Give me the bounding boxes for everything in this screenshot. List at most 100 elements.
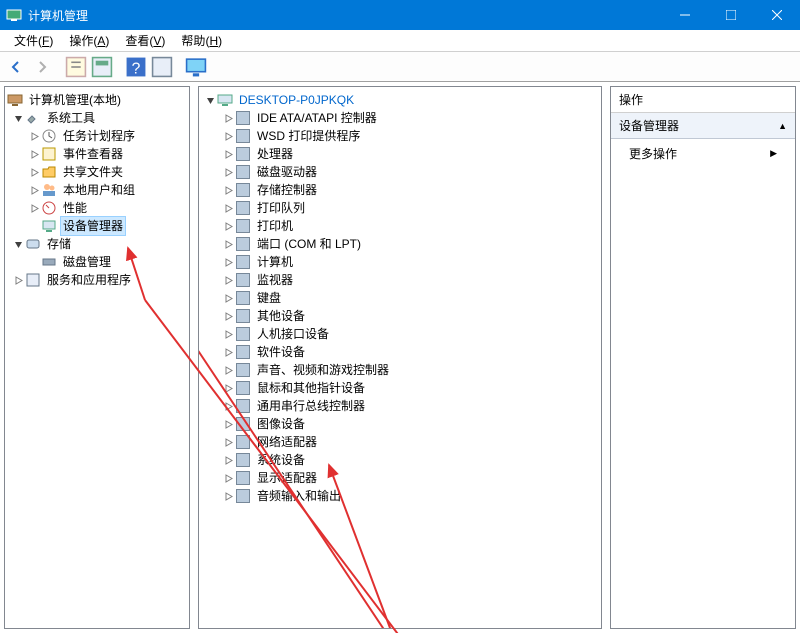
chevron-right-icon[interactable]	[221, 474, 235, 483]
forward-button[interactable]	[30, 55, 54, 79]
tree-storage[interactable]: 存储	[7, 235, 187, 253]
device-category[interactable]: 音频输入和输出	[201, 487, 599, 505]
chevron-right-icon[interactable]	[221, 114, 235, 123]
refresh-button[interactable]	[150, 55, 174, 79]
device-category[interactable]: 打印机	[201, 217, 599, 235]
chevron-right-icon[interactable]	[221, 258, 235, 267]
device-category-icon	[235, 146, 251, 162]
tree-device-manager[interactable]: 设备管理器	[7, 217, 187, 235]
actions-more[interactable]: 更多操作 ▶	[611, 139, 795, 168]
chevron-right-icon[interactable]	[27, 132, 41, 141]
disk-icon	[41, 254, 57, 270]
menu-file[interactable]: 文件(F)	[6, 30, 61, 51]
device-category[interactable]: 端口 (COM 和 LPT)	[201, 235, 599, 253]
menu-help[interactable]: 帮助(H)	[173, 30, 230, 51]
users-icon	[41, 182, 57, 198]
show-hide-tree-button[interactable]	[64, 55, 88, 79]
chevron-right-icon[interactable]	[27, 186, 41, 195]
tree-root[interactable]: 计算机管理(本地)	[7, 91, 187, 109]
main-area: 计算机管理(本地) 系统工具 任务计划程序 事件查看器 共享文件夹 本地用户和组…	[0, 82, 800, 633]
device-category[interactable]: 处理器	[201, 145, 599, 163]
chevron-right-icon[interactable]	[221, 438, 235, 447]
chevron-right-icon[interactable]	[11, 276, 25, 285]
chevron-down-icon[interactable]	[11, 240, 25, 249]
device-category-icon	[235, 308, 251, 324]
chevron-down-icon[interactable]	[11, 114, 25, 123]
chevron-right-icon[interactable]	[27, 204, 41, 213]
minimize-button[interactable]	[662, 0, 708, 30]
device-category[interactable]: 存储控制器	[201, 181, 599, 199]
device-category[interactable]: 监视器	[201, 271, 599, 289]
device-category[interactable]: 声音、视频和游戏控制器	[201, 361, 599, 379]
chevron-right-icon[interactable]	[221, 366, 235, 375]
actions-section[interactable]: 设备管理器 ▲	[611, 113, 795, 139]
device-category[interactable]: 人机接口设备	[201, 325, 599, 343]
chevron-right-icon[interactable]	[221, 492, 235, 501]
chevron-right-icon[interactable]	[221, 240, 235, 249]
device-category-icon	[235, 452, 251, 468]
chevron-right-icon[interactable]	[221, 330, 235, 339]
device-category[interactable]: 打印队列	[201, 199, 599, 217]
tree-local-users[interactable]: 本地用户和组	[7, 181, 187, 199]
device-root[interactable]: DESKTOP-P0JPKQK	[201, 91, 599, 109]
chevron-right-icon[interactable]	[221, 456, 235, 465]
chevron-down-icon[interactable]	[203, 96, 217, 105]
console-tree[interactable]: 计算机管理(本地) 系统工具 任务计划程序 事件查看器 共享文件夹 本地用户和组…	[5, 87, 189, 293]
device-category[interactable]: 磁盘驱动器	[201, 163, 599, 181]
tree-event-viewer[interactable]: 事件查看器	[7, 145, 187, 163]
device-category[interactable]: 鼠标和其他指针设备	[201, 379, 599, 397]
device-category[interactable]: 软件设备	[201, 343, 599, 361]
chevron-right-icon[interactable]	[221, 294, 235, 303]
chevron-right-icon[interactable]	[221, 276, 235, 285]
performance-icon	[41, 200, 57, 216]
chevron-right-icon[interactable]	[221, 420, 235, 429]
svg-text:?: ?	[132, 60, 141, 77]
device-category-icon	[235, 218, 251, 234]
chevron-right-icon[interactable]	[221, 150, 235, 159]
device-category-label: 系统设备	[254, 450, 308, 470]
chevron-right-icon[interactable]	[221, 168, 235, 177]
properties-button[interactable]	[90, 55, 114, 79]
chevron-right-icon[interactable]	[221, 402, 235, 411]
clock-icon	[41, 128, 57, 144]
device-category[interactable]: IDE ATA/ATAPI 控制器	[201, 109, 599, 127]
chevron-right-icon[interactable]	[221, 312, 235, 321]
device-tree[interactable]: DESKTOP-P0JPKQK IDE ATA/ATAPI 控制器WSD 打印提…	[199, 87, 601, 509]
device-category[interactable]: 键盘	[201, 289, 599, 307]
chevron-right-icon[interactable]	[221, 204, 235, 213]
device-category[interactable]: 计算机	[201, 253, 599, 271]
help-button[interactable]: ?	[124, 55, 148, 79]
chevron-right-icon[interactable]	[27, 150, 41, 159]
tree-system-tools[interactable]: 系统工具	[7, 109, 187, 127]
device-category[interactable]: 系统设备	[201, 451, 599, 469]
menu-view[interactable]: 查看(V)	[117, 30, 173, 51]
chevron-right-icon[interactable]	[221, 186, 235, 195]
menu-action[interactable]: 操作(A)	[61, 30, 117, 51]
device-category-icon	[235, 416, 251, 432]
device-category[interactable]: 显示适配器	[201, 469, 599, 487]
device-category[interactable]: 网络适配器	[201, 433, 599, 451]
tree-shared-folders[interactable]: 共享文件夹	[7, 163, 187, 181]
device-category[interactable]: 其他设备	[201, 307, 599, 325]
shared-folder-icon	[41, 164, 57, 180]
device-category[interactable]: WSD 打印提供程序	[201, 127, 599, 145]
tree-services-apps[interactable]: 服务和应用程序	[7, 271, 187, 289]
back-button[interactable]	[4, 55, 28, 79]
chevron-right-icon[interactable]	[221, 348, 235, 357]
storage-icon	[25, 236, 41, 252]
device-category-label: 磁盘驱动器	[254, 162, 320, 182]
tree-performance[interactable]: 性能	[7, 199, 187, 217]
device-category[interactable]: 图像设备	[201, 415, 599, 433]
device-category-label: 处理器	[254, 144, 296, 164]
monitor-button[interactable]	[184, 55, 208, 79]
chevron-right-icon[interactable]	[27, 168, 41, 177]
device-category[interactable]: 通用串行总线控制器	[201, 397, 599, 415]
device-category-label: 打印机	[254, 216, 296, 236]
chevron-right-icon[interactable]	[221, 222, 235, 231]
maximize-button[interactable]	[708, 0, 754, 30]
chevron-right-icon[interactable]	[221, 384, 235, 393]
close-button[interactable]	[754, 0, 800, 30]
tree-task-scheduler[interactable]: 任务计划程序	[7, 127, 187, 145]
tree-disk-management[interactable]: 磁盘管理	[7, 253, 187, 271]
chevron-right-icon[interactable]	[221, 132, 235, 141]
